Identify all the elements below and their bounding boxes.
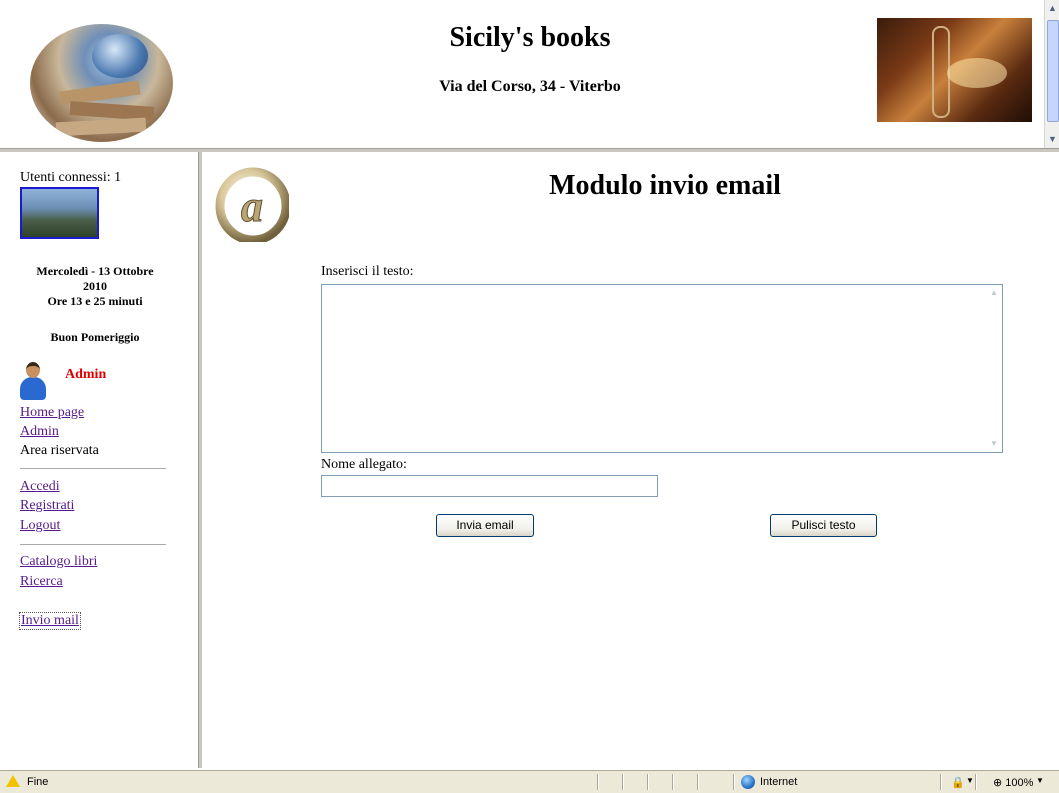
site-header: Sicily's books Via del Corso, 34 - Viter… xyxy=(0,0,1044,148)
nav-invio-mail[interactable]: Invio mail xyxy=(19,612,81,630)
scroll-up-icon[interactable]: ▲ xyxy=(988,287,1000,299)
nav-admin[interactable]: Admin xyxy=(20,424,59,440)
lock-icon[interactable]: 🔒 xyxy=(951,776,965,789)
attachment-input[interactable] xyxy=(321,475,658,497)
message-textarea[interactable]: ▲ ▼ xyxy=(321,284,1003,453)
send-email-button[interactable]: Invia email xyxy=(436,514,534,537)
zoom-level[interactable]: ⊕ 100% xyxy=(993,776,1033,789)
nav-divider xyxy=(20,468,166,469)
status-divider xyxy=(940,774,942,790)
user-name: Admin xyxy=(65,367,107,382)
nav-registrati[interactable]: Registrati xyxy=(20,498,74,514)
status-divider xyxy=(975,774,977,790)
clear-text-button[interactable]: Pulisci testo xyxy=(770,514,877,537)
status-divider xyxy=(672,774,674,790)
scroll-down-icon[interactable]: ▼ xyxy=(988,438,1000,450)
landscape-thumbnail xyxy=(20,187,99,239)
nav-area-riservata: Area riservata xyxy=(20,443,99,458)
sidebar: Utenti connessi: 1 Mercoledì - 13 Ottobr… xyxy=(0,152,198,768)
status-divider xyxy=(622,774,624,790)
text-label: Inserisci il testo: xyxy=(321,264,414,279)
users-connected: Utenti connessi: 1 xyxy=(20,170,122,185)
year-line: 2010 xyxy=(83,279,107,293)
at-sign-icon: a xyxy=(215,167,289,242)
page-title: Modulo invio email xyxy=(549,170,781,201)
nav-catalogo-libri[interactable]: Catalogo libri xyxy=(20,554,97,570)
nav-divider xyxy=(20,544,166,545)
status-text: Fine xyxy=(27,776,49,788)
current-date: Mercoledì - 13 Ottobre 2010 Ore 13 e 25 … xyxy=(20,264,170,309)
svg-text:a: a xyxy=(241,182,263,231)
scroll-down-icon[interactable]: ▼ xyxy=(1046,132,1059,146)
zoom-value: 100% xyxy=(1005,777,1034,789)
nav-home-page[interactable]: Home page xyxy=(20,405,84,421)
library-photo xyxy=(877,18,1032,122)
user-avatar-icon xyxy=(20,362,46,400)
security-zone: Internet xyxy=(760,776,798,788)
greeting: Buon Pomeriggio xyxy=(50,330,140,344)
header-scrollbar[interactable]: ▲ ▼ xyxy=(1044,0,1059,148)
sidebar-divider xyxy=(198,152,202,768)
globe-icon xyxy=(741,775,755,789)
textarea-scrollbar[interactable]: ▲ ▼ xyxy=(986,285,1002,452)
chevron-down-icon[interactable]: ▼ xyxy=(966,776,974,785)
status-divider xyxy=(697,774,699,790)
status-bar: Fine Internet 🔒 ▼ ⊕ 100% ▼ xyxy=(0,770,1059,793)
warning-icon xyxy=(6,775,20,787)
nav-logout[interactable]: Logout xyxy=(20,518,60,534)
scroll-up-icon[interactable]: ▲ xyxy=(1046,1,1059,15)
status-divider xyxy=(597,774,599,790)
date-line: Mercoledì - 13 Ottobre xyxy=(36,264,154,278)
status-divider xyxy=(733,774,735,790)
nav-accedi[interactable]: Accedi xyxy=(20,479,60,495)
time-line: Ore 13 e 25 minuti xyxy=(47,294,143,308)
site-title: Sicily's books xyxy=(449,22,611,53)
books-globe-logo xyxy=(30,24,173,142)
attachment-label: Nome allegato: xyxy=(321,457,407,472)
status-divider xyxy=(647,774,649,790)
nav-ricerca[interactable]: Ricerca xyxy=(20,574,63,590)
site-address: Via del Corso, 34 - Viterbo xyxy=(439,78,621,95)
chevron-down-icon[interactable]: ▼ xyxy=(1036,776,1044,785)
scroll-thumb[interactable] xyxy=(1047,20,1059,122)
